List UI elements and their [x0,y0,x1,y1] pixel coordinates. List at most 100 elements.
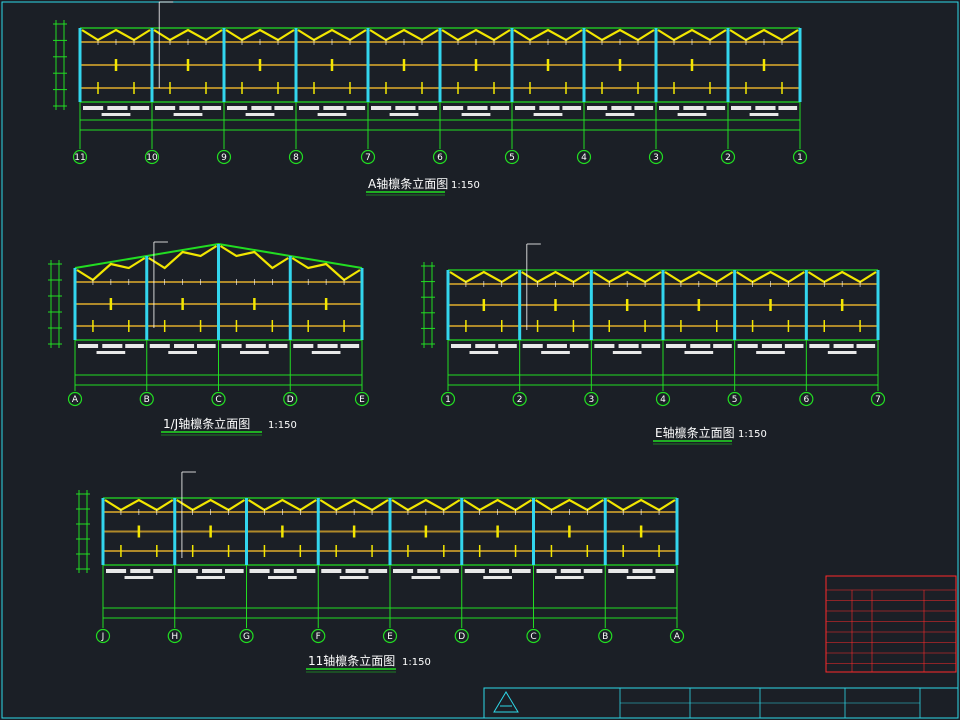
dimension-block [268,576,297,579]
dimension-block [245,113,275,116]
dimension-block [684,351,714,354]
axis-label: 8 [293,153,299,163]
axis-label: C [215,395,221,405]
dimension-block [827,351,857,354]
axis-label: C [530,632,536,642]
axis-label: 2 [517,395,523,405]
elevation-title: 11轴檩条立面图 [308,653,395,668]
dimension-block [296,569,316,573]
dimension-block [533,113,563,116]
dimension-block [555,576,584,579]
dimension-block [149,344,170,348]
dimension-block [321,569,342,573]
dimension-block [498,344,517,348]
axis-label: 3 [653,153,659,163]
dimension-block [245,344,266,348]
dimension-block [411,576,441,579]
dimension-block [443,106,464,110]
cad-drawing-canvas: 11 10 9 8 7 6 5 4 3 2 1A轴檩条立面图 1:150 A B C D E1/J轴檩条立面图… [0,0,960,720]
dimension-block [368,569,388,573]
dimension-block [634,106,654,110]
dimension-block [626,576,656,579]
dimension-block [153,569,172,573]
axis-label: 5 [732,395,738,405]
dimension-block [221,344,242,348]
axis-label: 9 [221,153,227,163]
dimension-block [461,113,491,116]
dimension-block [618,344,639,348]
dimension-block [107,106,128,110]
dimension-block [179,106,200,110]
axis-label: B [602,632,608,642]
dimension-block [155,106,176,110]
dimension-block [536,569,557,573]
axis-label: 10 [146,153,158,163]
dimension-block [202,106,222,110]
dimension-block [83,106,104,110]
dimension-block [293,344,314,348]
dimension-block [202,569,223,573]
dimension-block [130,569,151,573]
dimension-block [541,351,570,354]
dimension-block [690,344,711,348]
dimension-block [659,106,680,110]
dimension-block [464,569,485,573]
axis-label: 5 [509,153,515,163]
dimension-block [469,351,499,354]
dimension-block [177,569,198,573]
elevation-scale: 1:150 [451,180,480,191]
dimension-block [612,351,642,354]
elevation-scale: 1:150 [268,420,297,431]
dimension-block [345,569,366,573]
dimension-block [666,344,687,348]
dimension-block [608,569,629,573]
dimension-block [833,344,854,348]
elevation-title: 1/J轴檩条立面图 [163,416,250,431]
dimension-block [224,569,244,573]
dimension-block [677,113,707,116]
axis-label: F [316,632,321,642]
dimension-block [490,106,510,110]
dimension-block [227,106,248,110]
dimension-block [778,106,798,110]
dimension-block [251,106,272,110]
dimension-block [756,351,785,354]
dimension-block [417,569,438,573]
axis-label: 7 [875,395,881,405]
axis-label: A [674,632,681,642]
dimension-block [546,344,567,348]
dimension-block [196,344,216,348]
dimension-block [467,106,488,110]
dimension-block [395,106,416,110]
dimension-block [713,344,732,348]
dimension-block [130,106,150,110]
dimension-block [632,569,653,573]
axis-label: D [287,395,294,405]
dimension-block [761,344,782,348]
axis-label: H [171,632,178,642]
dimension-block [809,344,830,348]
dimension-block [173,113,203,116]
dimension-block [299,106,320,110]
dimension-block [101,113,131,116]
dimension-block [440,569,459,573]
axis-label: B [144,395,150,405]
dimension-block [483,576,512,579]
dimension-block [346,106,366,110]
dimension-block [196,576,225,579]
dimension-block [655,569,675,573]
axis-label: 1 [797,153,803,163]
axis-label: 6 [803,395,809,405]
elevation-scale: 1:150 [738,429,767,440]
dimension-block [340,344,360,348]
dimension-block [124,576,154,579]
dimension-block [562,106,582,110]
dimension-block [511,569,531,573]
dimension-block [418,106,438,110]
dimension-block [731,106,752,110]
dimension-block [539,106,560,110]
dimension-block [856,344,876,348]
dimension-block [755,106,776,110]
dimension-block [323,106,344,110]
elevation-title: E轴檩条立面图 [655,425,735,440]
